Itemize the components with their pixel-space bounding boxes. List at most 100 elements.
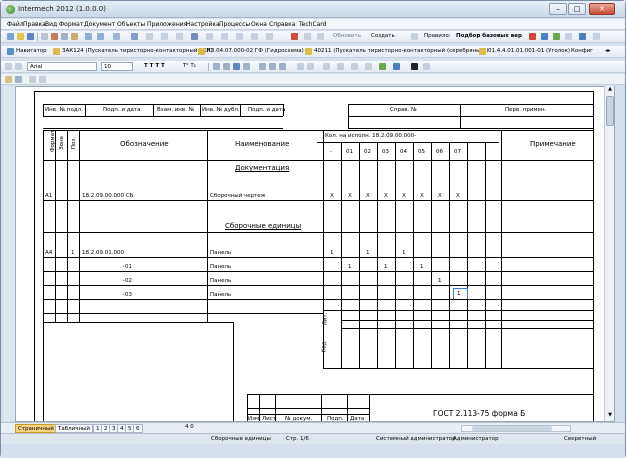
- rules-select[interactable]: Подбор базовых вер: [456, 33, 522, 39]
- align-center-icon[interactable]: [223, 63, 230, 70]
- tool-icon[interactable]: [221, 33, 228, 40]
- close-button[interactable]: ✕: [589, 3, 615, 15]
- tool-icon[interactable]: [236, 33, 243, 40]
- font-size-select[interactable]: 10: [101, 62, 133, 71]
- tool-icon[interactable]: [251, 33, 258, 40]
- align-left-icon[interactable]: [213, 63, 220, 70]
- doc-tab-2[interactable]: КЗ.04.07.000-02 ГФ (Гидросхема): [207, 48, 304, 54]
- tool-icon[interactable]: [337, 63, 344, 70]
- tool-icon[interactable]: [541, 33, 548, 40]
- doc-tab-4[interactable]: 01.4.4.01.01.001-01 (Уголок): [488, 48, 570, 54]
- tool-icon[interactable]: [307, 63, 314, 70]
- style-icon[interactable]: [5, 63, 12, 70]
- minimize-button[interactable]: –: [549, 3, 567, 15]
- scroll-up-icon[interactable]: ▲: [606, 86, 614, 94]
- tool-icon[interactable]: [191, 33, 198, 40]
- paste-icon[interactable]: [71, 33, 78, 40]
- tool-icon[interactable]: [15, 76, 22, 83]
- menu-view[interactable]: Вид: [45, 21, 57, 28]
- title-bar[interactable]: Intermech 2012 (1.0.0.0) – □ ✕: [1, 1, 625, 18]
- menu-file[interactable]: Файл: [7, 21, 24, 28]
- horizontal-scrollbar[interactable]: [461, 425, 571, 432]
- menu-objects[interactable]: Объекты: [117, 21, 145, 28]
- tabs-scroll-arrows[interactable]: ◂▸: [605, 48, 611, 54]
- tool-icon[interactable]: [29, 76, 36, 83]
- tool-icon[interactable]: [529, 33, 536, 40]
- valign-bottom-icon[interactable]: [279, 63, 286, 70]
- valign-top-icon[interactable]: [259, 63, 266, 70]
- new-icon[interactable]: [7, 33, 14, 40]
- save-icon[interactable]: [27, 33, 34, 40]
- doc-tab-5[interactable]: Конфиг: [571, 48, 593, 54]
- scroll-thumb[interactable]: [606, 96, 614, 126]
- navigator-button[interactable]: Навигатор: [16, 48, 47, 54]
- specification-sheet[interactable]: Инв. № подл. Подп. и дата Взам. инв. № И…: [34, 91, 594, 421]
- tool-icon[interactable]: [423, 63, 430, 70]
- tool-icon[interactable]: [317, 33, 324, 40]
- open-icon[interactable]: [17, 33, 24, 40]
- tool-icon[interactable]: [39, 76, 46, 83]
- tool-icon[interactable]: [565, 33, 572, 40]
- tool-icon[interactable]: [131, 33, 138, 40]
- tab-table-view[interactable]: Табличный: [55, 424, 93, 433]
- tab-page-6[interactable]: 6: [133, 424, 143, 433]
- tool-icon[interactable]: [297, 63, 304, 70]
- menu-format[interactable]: Формат: [59, 21, 83, 28]
- tool-icon[interactable]: [146, 33, 153, 40]
- tool-icon[interactable]: [5, 76, 12, 83]
- undo-icon[interactable]: [85, 33, 92, 40]
- update-button[interactable]: Обновить: [333, 33, 361, 39]
- tool-icon[interactable]: [266, 33, 273, 40]
- menu-help[interactable]: Справка: [269, 21, 295, 28]
- doc-tab-3[interactable]: 40211 (Пускатель тиристорно-контакторный…: [314, 48, 488, 54]
- font-name-select[interactable]: Arial: [27, 62, 97, 71]
- tool-icon[interactable]: [161, 33, 168, 40]
- row-name: Панель: [210, 264, 232, 270]
- tool-icon[interactable]: [411, 33, 418, 40]
- row-designation: 18.2.09.01.000: [82, 250, 124, 256]
- document-area[interactable]: Инв. № подл. Подп. и дата Взам. инв. № И…: [15, 86, 615, 422]
- menu-windows[interactable]: Окна: [251, 21, 267, 28]
- fill-color-icon[interactable]: [379, 63, 386, 70]
- print-icon[interactable]: [41, 33, 48, 40]
- menu-document[interactable]: Документ: [84, 21, 115, 28]
- delete-icon[interactable]: [291, 33, 298, 40]
- find-icon[interactable]: [113, 33, 120, 40]
- maximize-button[interactable]: □: [568, 3, 586, 15]
- toolbar-separator: [208, 63, 209, 71]
- tool-icon[interactable]: [323, 63, 330, 70]
- tool-icon[interactable]: [593, 33, 600, 40]
- menu-settings[interactable]: Настройка: [186, 21, 220, 28]
- tool-icon[interactable]: [553, 33, 560, 40]
- tool-icon[interactable]: [304, 33, 311, 40]
- create-button[interactable]: Создать: [371, 33, 395, 39]
- font-color-icon[interactable]: [411, 63, 418, 70]
- valign-middle-icon[interactable]: [269, 63, 276, 70]
- vertical-scrollbar[interactable]: ▲ ▼: [604, 86, 614, 421]
- row-qty: X: [366, 193, 370, 199]
- menu-processes[interactable]: Процессы: [219, 21, 250, 28]
- line: [43, 160, 593, 161]
- text-style-buttons[interactable]: T T T T: [144, 63, 165, 69]
- hscroll-thumb[interactable]: [472, 426, 552, 431]
- tool-icon[interactable]: [176, 33, 183, 40]
- font-icon[interactable]: [15, 63, 22, 70]
- superscript-buttons[interactable]: T² T₂: [183, 63, 196, 69]
- cut-icon[interactable]: [51, 33, 58, 40]
- scroll-down-icon[interactable]: ▼: [606, 412, 614, 420]
- navigator-icon[interactable]: [7, 48, 14, 55]
- tool-icon[interactable]: [579, 33, 586, 40]
- tool-icon[interactable]: [351, 63, 358, 70]
- redo-icon[interactable]: [97, 33, 104, 40]
- menu-applications[interactable]: Приложения: [147, 21, 187, 28]
- justify-icon[interactable]: [243, 63, 250, 70]
- border-color-icon[interactable]: [393, 63, 400, 70]
- copy-icon[interactable]: [61, 33, 68, 40]
- tab-page-view[interactable]: Страничный: [15, 424, 57, 433]
- menu-techcard[interactable]: TechCard: [299, 21, 326, 28]
- doc-tab-1[interactable]: ЗАК124 (Пускатель тиристорно-контакторны…: [62, 48, 213, 54]
- align-right-icon[interactable]: [233, 63, 240, 70]
- tool-icon[interactable]: [206, 33, 213, 40]
- menu-edit[interactable]: Правка: [23, 21, 46, 28]
- tool-icon[interactable]: [365, 63, 372, 70]
